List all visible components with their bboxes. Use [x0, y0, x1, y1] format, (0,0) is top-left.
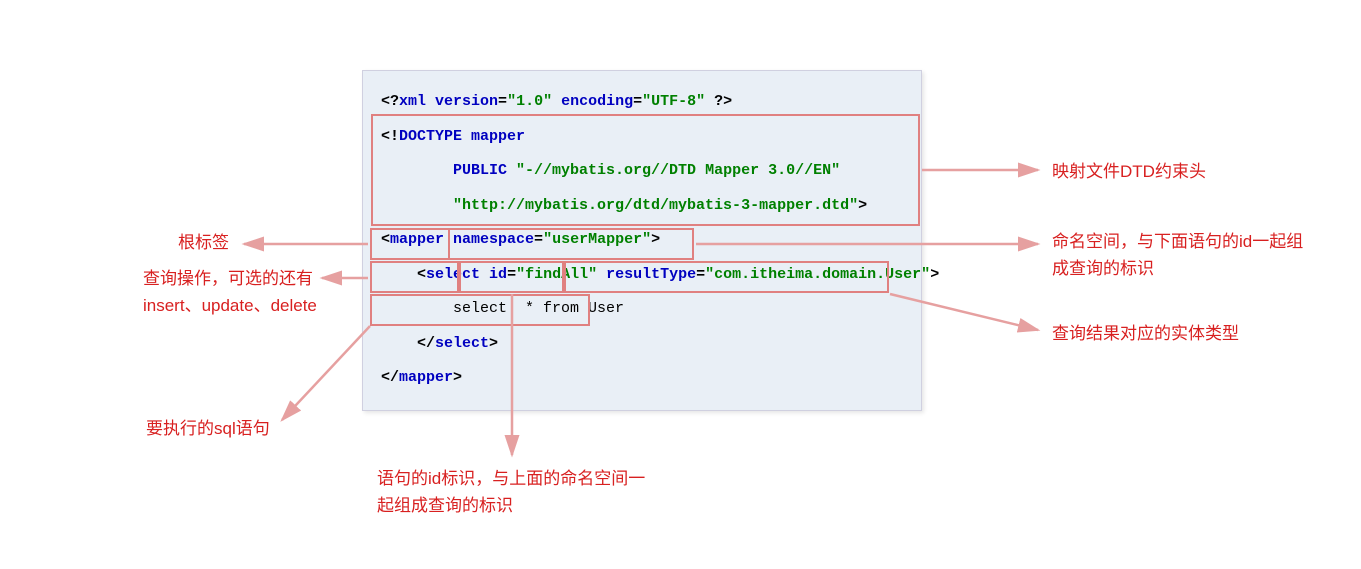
ann-crud: 查询操作，可选的还有insert、update、delete: [143, 265, 358, 319]
code-line-select-close: </select>: [381, 327, 903, 362]
ann-namespace: 命名空间，与下面语句的id一起组成查询的标识: [1052, 228, 1312, 282]
code-box: <?xml version="1.0" encoding="UTF-8" ?> …: [362, 70, 922, 411]
code-line-mapper-close: </mapper>: [381, 361, 903, 396]
ann-stmt-id: 语句的id标识，与上面的命名空间一起组成查询的标识: [377, 465, 657, 519]
ann-dtd-header: 映射文件DTD约束头: [1052, 158, 1206, 185]
ann-result-type: 查询结果对应的实体类型: [1052, 320, 1239, 347]
code-line-select-open: <select id="findAll" resultType="com.ith…: [381, 258, 903, 293]
code-line-mapper-open: <mapper namespace="userMapper">: [381, 223, 903, 258]
code-line-sql: select * from User: [381, 292, 903, 327]
code-line-doctype-2: PUBLIC "-//mybatis.org//DTD Mapper 3.0//…: [381, 154, 903, 189]
code-line-xml-decl: <?xml version="1.0" encoding="UTF-8" ?>: [381, 85, 903, 120]
ann-root-tag: 根标签: [178, 229, 229, 256]
code-line-doctype-1: <!DOCTYPE mapper: [381, 120, 903, 155]
ann-sql: 要执行的sql语句: [146, 415, 270, 442]
code-line-doctype-3: "http://mybatis.org/dtd/mybatis-3-mapper…: [381, 189, 903, 224]
